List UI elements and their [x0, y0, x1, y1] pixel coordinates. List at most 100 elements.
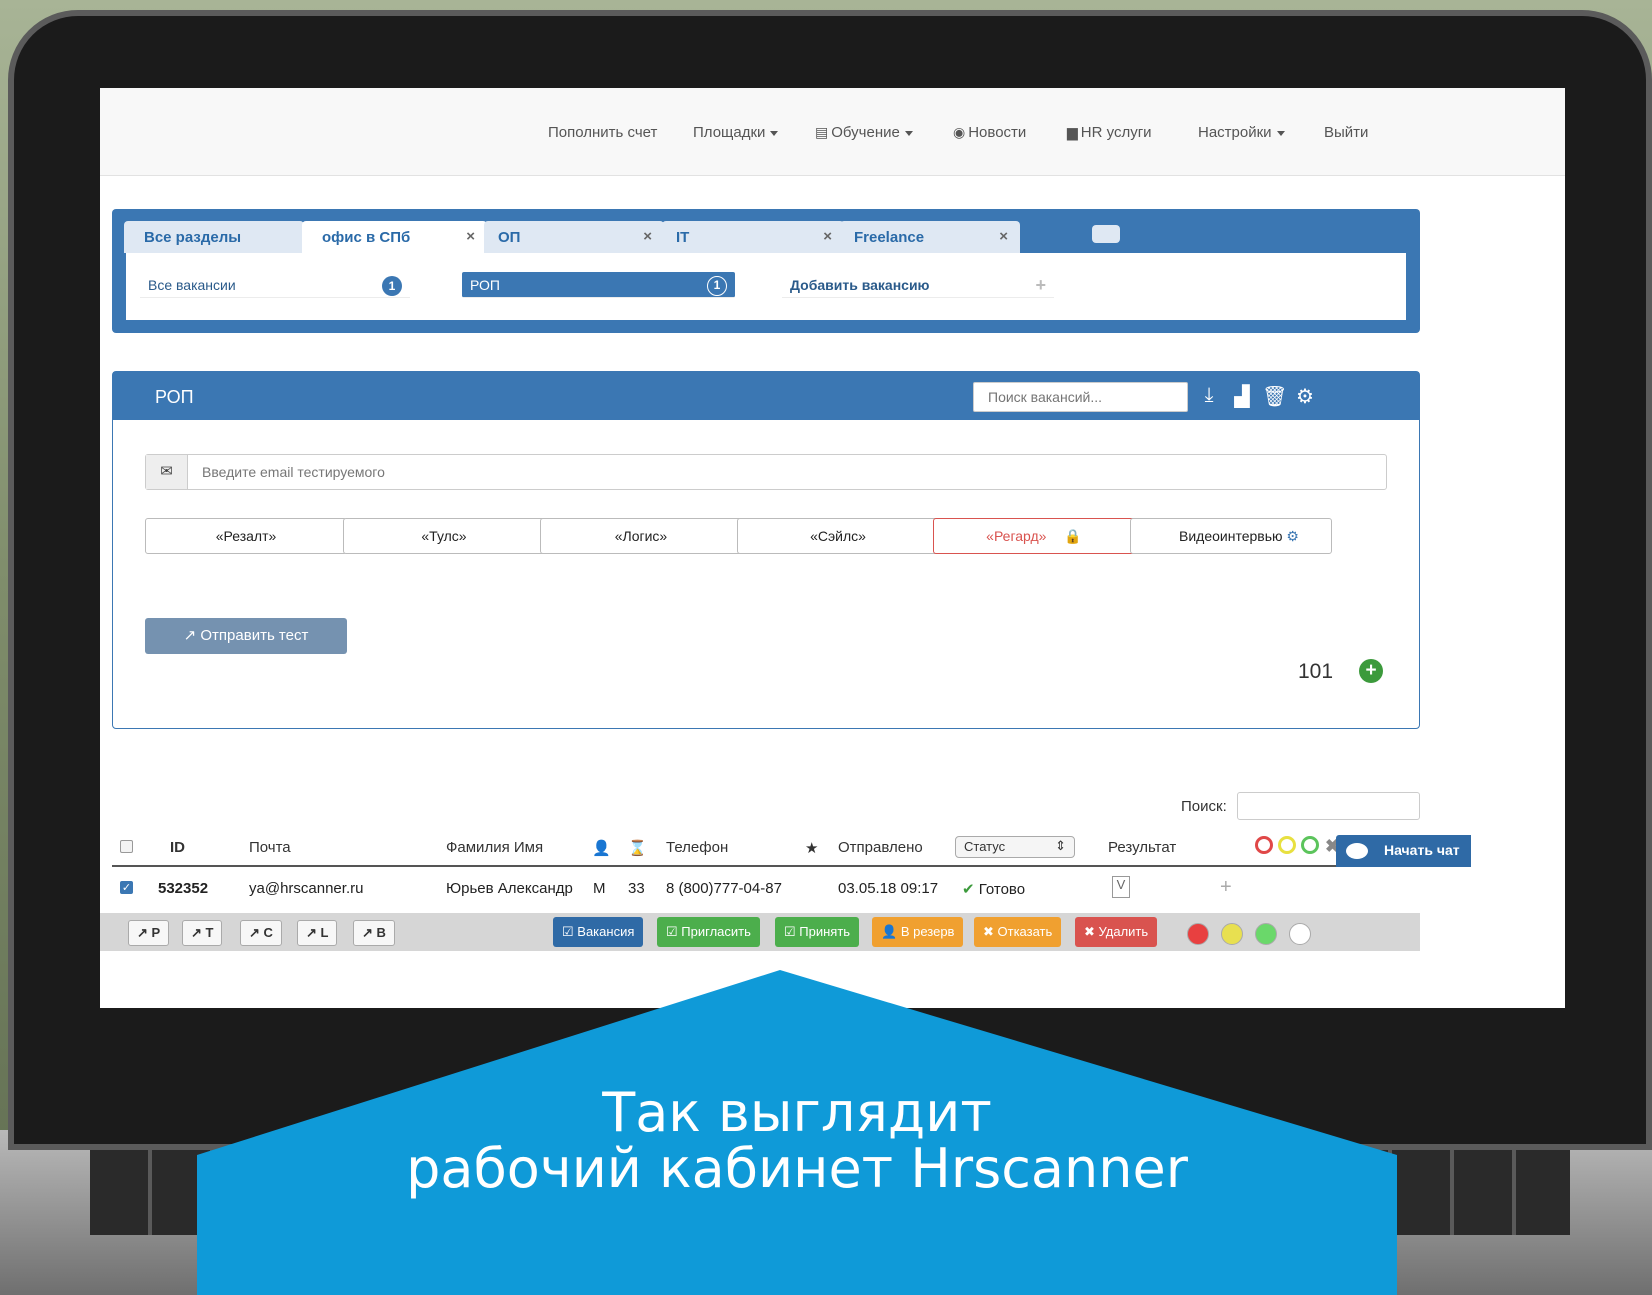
bulk-p-label: P	[151, 925, 161, 940]
nav-hr-services[interactable]: ▆ HR услуги	[1067, 124, 1152, 141]
bulk-t-button[interactable]: ↗ T	[182, 920, 223, 946]
report-file-icon[interactable]: V	[1112, 876, 1130, 898]
nav-platforms[interactable]: Площадки	[693, 124, 779, 141]
test-tools-button[interactable]: «Тулс»	[343, 518, 545, 554]
tab-office-spb[interactable]: офис в СПб ×	[302, 221, 487, 253]
film-icon: ▤	[815, 124, 829, 140]
add-tab-button[interactable]	[1092, 225, 1120, 243]
count-badge: 1	[382, 276, 402, 296]
vacancy-all[interactable]: Все вакансии 1	[140, 272, 410, 298]
nav-news[interactable]: ◉ Новости	[953, 124, 1026, 141]
row-checkbox[interactable]: ✓	[120, 881, 133, 894]
email-field[interactable]: ✉ Введите email тестируемого	[145, 454, 1387, 490]
red-dot[interactable]	[1187, 923, 1209, 945]
close-icon[interactable]: ×	[823, 228, 832, 245]
row-age: 33	[628, 880, 645, 897]
row-gender: М	[593, 880, 606, 897]
test-result-button[interactable]: «Резалт»	[145, 518, 347, 554]
col-result[interactable]: Результат	[1108, 839, 1176, 856]
col-phone[interactable]: Телефон	[666, 839, 728, 856]
nav-topup[interactable]: Пополнить счет	[548, 124, 657, 141]
plus-icon: +	[1035, 275, 1046, 295]
green-dot[interactable]	[1255, 923, 1277, 945]
trash-icon[interactable]: 🗑	[1262, 384, 1287, 409]
reserve-label: В резерв	[900, 924, 955, 939]
reserve-button[interactable]: 👤 В резерв	[872, 917, 964, 947]
invite-label: Пригласить	[681, 924, 751, 939]
add-vacancy-button[interactable]: Добавить вакансию +	[782, 272, 1054, 298]
vacancy-rop[interactable]: РОП 1	[462, 272, 735, 298]
gear-icon: ⚙	[1286, 528, 1299, 544]
accept-button[interactable]: ☑ Принять	[775, 917, 860, 947]
col-sent[interactable]: Отправлено	[838, 839, 923, 856]
close-icon[interactable]: ×	[466, 228, 475, 245]
test-video-label: Видеоинтервью	[1179, 528, 1283, 544]
gear-icon[interactable]: ⚙	[1293, 384, 1317, 409]
vacancy-button[interactable]: ☑ Вакансия	[553, 917, 644, 947]
refresh-icon[interactable]: ⟳	[1163, 384, 1187, 409]
status-filter-select[interactable]: Статус ⇕	[955, 836, 1075, 858]
nav-settings[interactable]: Настройки	[1198, 124, 1285, 141]
reject-button[interactable]: ✖ Отказать	[974, 917, 1062, 947]
reject-label: Отказать	[997, 924, 1053, 939]
close-icon[interactable]: ×	[643, 228, 652, 245]
select-all-checkbox[interactable]	[120, 840, 133, 853]
hourglass-icon[interactable]: ⌛	[628, 839, 647, 857]
test-regard-button[interactable]: «Регард» 🔒	[933, 518, 1135, 554]
white-dot[interactable]	[1289, 923, 1311, 945]
plus-icon[interactable]: +	[1220, 876, 1232, 899]
delete-label: Удалить	[1098, 924, 1149, 939]
star-icon[interactable]: ★	[805, 839, 818, 857]
col-name[interactable]: Фамилия Имя	[446, 839, 543, 856]
send-test-button[interactable]: ↗ Отправить тест	[145, 618, 347, 654]
vacancy-panel: РОП ⟳ ⤓ ▟ 🗑 ⚙ ✉ Введите email тестируемо…	[112, 371, 1420, 729]
vacancy-search-input[interactable]	[973, 382, 1188, 412]
row-id: 532352	[158, 880, 209, 897]
tab-it[interactable]: IT ×	[662, 221, 844, 253]
bulk-c-button[interactable]: ↗ C	[240, 920, 282, 946]
nav-training[interactable]: ▤ Обучение	[815, 124, 913, 141]
start-chat-button[interactable]: Начать чат	[1336, 835, 1471, 867]
count-badge: 1	[707, 276, 727, 296]
test-logis-button[interactable]: «Логис»	[540, 518, 742, 554]
bulk-l-button[interactable]: ↗ L	[297, 920, 338, 946]
add-tests-icon[interactable]: +	[1359, 659, 1383, 683]
tab-all-sections[interactable]: Все разделы	[124, 221, 304, 253]
banner-line-2: рабочий кабинет Hrscanner	[406, 1137, 1188, 1200]
tab-freelance[interactable]: Freelance ×	[840, 221, 1020, 253]
caret-down-icon	[1276, 130, 1285, 136]
invite-button[interactable]: ☑ Пригласить	[657, 917, 760, 947]
row-phone: 8 (800)777-04-87	[666, 880, 782, 897]
lock-icon: 🔒	[1064, 528, 1082, 544]
table-search-label: Поиск:	[1181, 798, 1227, 815]
row-name[interactable]: Юрьев Александр	[446, 880, 573, 897]
tab-label: ОП	[498, 229, 521, 246]
green-circle-icon[interactable]	[1301, 836, 1319, 854]
panel-title: РОП	[155, 387, 194, 407]
bar-chart-icon[interactable]: ▟	[1230, 384, 1254, 409]
test-video-button[interactable]: Видеоинтервью ⚙	[1130, 518, 1332, 554]
user-icon[interactable]: 👤	[592, 839, 611, 857]
bulk-c-label: C	[263, 925, 273, 940]
banner-line-1: Так выглядит	[602, 1081, 992, 1144]
red-circle-icon[interactable]	[1255, 836, 1273, 854]
chat-label: Начать чат	[1384, 842, 1460, 858]
close-icon[interactable]: ×	[999, 228, 1008, 245]
caret-down-icon	[904, 130, 913, 136]
yellow-circle-icon[interactable]	[1278, 836, 1296, 854]
delete-button[interactable]: ✖ Удалить	[1075, 917, 1158, 947]
table-search-input[interactable]	[1237, 792, 1420, 820]
nav-logout[interactable]: Выйти	[1324, 124, 1368, 141]
bulk-p-button[interactable]: ↗ P	[128, 920, 170, 946]
download-icon[interactable]: ⤓	[1197, 384, 1221, 407]
test-sales-button[interactable]: «Сэйлс»	[737, 518, 939, 554]
bulk-t-label: T	[205, 925, 214, 940]
tab-label: Freelance	[854, 229, 925, 246]
nav-settings-label: Настройки	[1198, 124, 1272, 141]
accept-label: Принять	[799, 924, 851, 939]
yellow-dot[interactable]	[1221, 923, 1243, 945]
tab-op[interactable]: ОП ×	[484, 221, 664, 253]
col-email[interactable]: Почта	[249, 839, 291, 856]
bulk-b-button[interactable]: ↗ B	[353, 920, 395, 946]
col-id[interactable]: ID	[170, 839, 185, 856]
